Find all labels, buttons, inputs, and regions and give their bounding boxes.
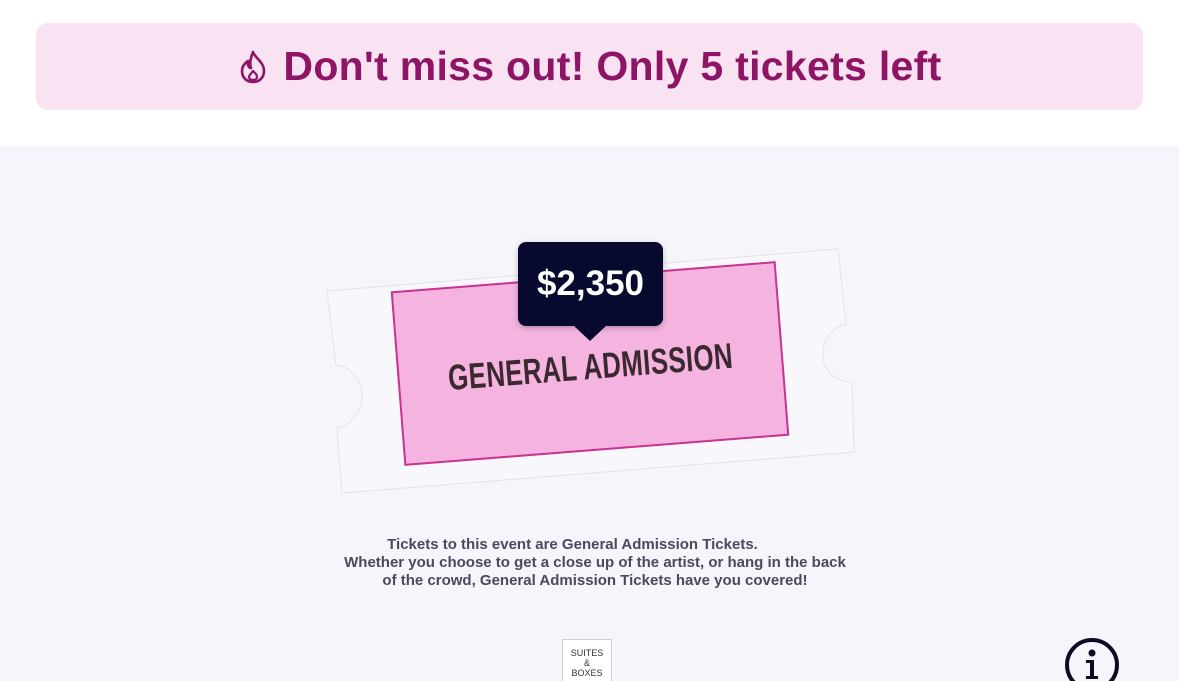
ticket-page: Don't miss out! Only 5 tickets left Gene… <box>0 0 1179 681</box>
ticket-type-label: General Admission <box>446 334 735 398</box>
scarcity-banner: Don't miss out! Only 5 tickets left <box>36 23 1143 110</box>
ticket-section: General Admission $2,350 Tickets to this… <box>0 146 1179 681</box>
flame-icon <box>237 49 269 85</box>
suites-boxes-button[interactable]: SUITES & BOXES <box>562 639 612 681</box>
info-button[interactable] <box>1063 636 1121 681</box>
description-line-2: Whether you choose to get a close up of … <box>344 554 846 589</box>
info-icon <box>1065 638 1119 681</box>
ampersand-label: & <box>583 658 590 668</box>
price-tag: $2,350 <box>518 242 663 341</box>
boxes-label: BOXES <box>571 668 603 678</box>
banner-message: Don't miss out! Only 5 tickets left <box>283 43 942 89</box>
suites-label: SUITES <box>570 648 604 658</box>
description-line-1: Tickets to this event are General Admiss… <box>387 536 758 553</box>
ticket-price: $2,350 <box>536 264 645 303</box>
ticket-description: Tickets to this event are General Admiss… <box>340 536 850 590</box>
